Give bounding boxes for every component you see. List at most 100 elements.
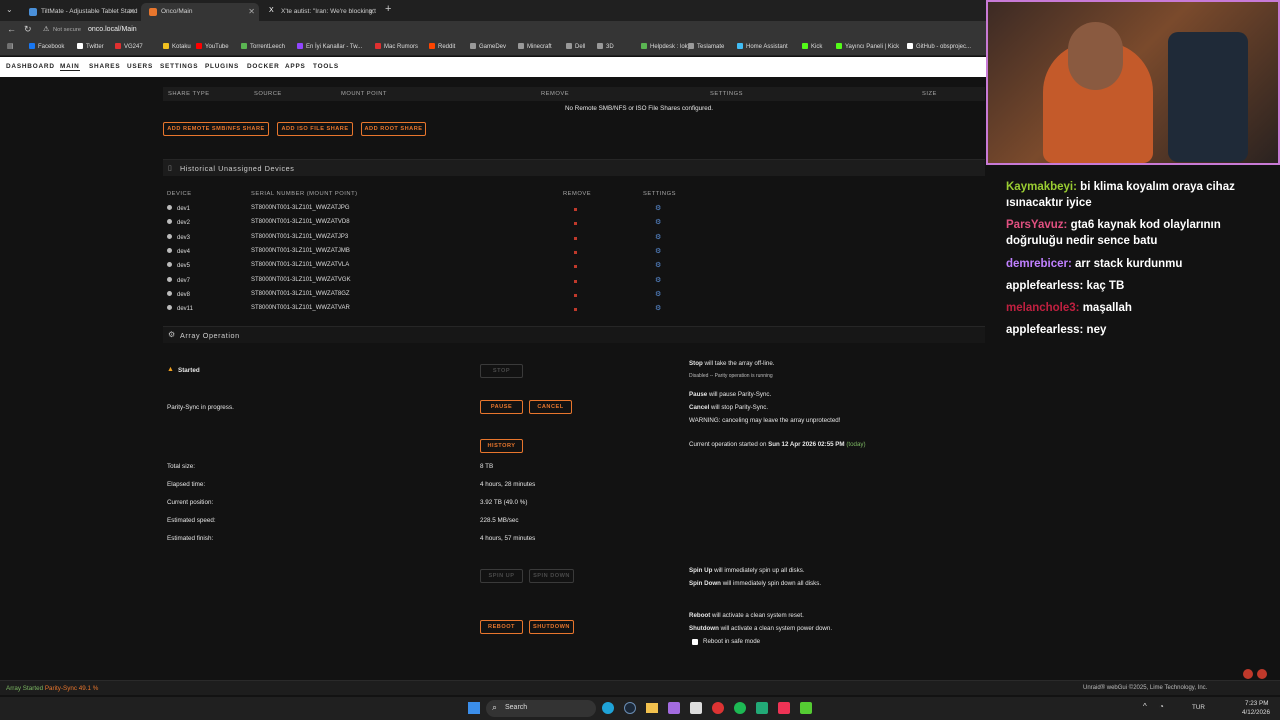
device-status-icon xyxy=(167,233,172,239)
tab-x-post[interactable]: X X'te autist: "Iran: We're blocking t ✕ xyxy=(261,3,379,21)
tray-chevron-icon[interactable]: ^ xyxy=(1143,702,1147,711)
bookmark-item[interactable]: Reddit xyxy=(429,43,455,50)
device-settings-icon[interactable]: ⚙ xyxy=(655,204,661,212)
remove-device-icon[interactable] xyxy=(574,236,577,240)
device-settings-icon[interactable]: ⚙ xyxy=(655,218,661,226)
remove-device-icon[interactable] xyxy=(574,222,577,226)
reboot-button[interactable]: REBOOT xyxy=(480,620,523,634)
remove-device-icon[interactable] xyxy=(574,265,577,269)
add-root-share-button[interactable]: ADD ROOT SHARE xyxy=(361,122,426,136)
bookmark-item[interactable]: YouTube xyxy=(196,43,229,50)
scroll-up-icon[interactable] xyxy=(1243,669,1253,679)
bookmark-item[interactable]: TorrentLeech xyxy=(241,43,285,50)
nav-item-dashboard[interactable]: DASHBOARD xyxy=(6,63,55,70)
app-icon[interactable] xyxy=(668,702,680,714)
nav-item-tools[interactable]: TOOLS xyxy=(313,63,339,70)
steam-icon[interactable] xyxy=(624,702,636,714)
parity-status: Parity-Sync in progress. xyxy=(167,404,234,411)
close-icon[interactable]: ✕ xyxy=(248,7,255,16)
tab-list-icon[interactable]: ⌄ xyxy=(6,5,13,14)
app-icon[interactable] xyxy=(690,702,702,714)
device-settings-icon[interactable]: ⚙ xyxy=(655,304,661,312)
folder-icon[interactable] xyxy=(646,703,658,713)
close-icon[interactable]: ✕ xyxy=(368,7,375,16)
app-icon[interactable] xyxy=(800,702,812,714)
nav-item-users[interactable]: USERS xyxy=(127,63,153,70)
windows-start-icon[interactable] xyxy=(468,702,480,714)
spin-up-button[interactable]: SPIN UP xyxy=(480,569,523,583)
tab-onco-main[interactable]: Onco/Main ✕ xyxy=(141,3,259,21)
tab-tiltmate[interactable]: TiltMate - Adjustable Tablet Stand ✕ xyxy=(21,3,139,21)
history-button[interactable]: HISTORY xyxy=(480,439,523,453)
bookmark-item[interactable]: Kotaku xyxy=(163,43,191,50)
shutdown-button[interactable]: SHUTDOWN xyxy=(529,620,574,634)
remove-device-icon[interactable] xyxy=(574,279,577,283)
bookmark-item[interactable]: Facebook xyxy=(29,43,64,50)
bookmark-item[interactable]: Yayıncı Paneli | Kick xyxy=(836,43,899,50)
device-settings-icon[interactable]: ⚙ xyxy=(655,261,661,269)
device-settings-icon[interactable]: ⚙ xyxy=(655,247,661,255)
bookmark-item[interactable]: GameDev xyxy=(470,43,506,50)
nav-item-docker[interactable]: DOCKER xyxy=(247,63,280,70)
cancel-button[interactable]: CANCEL xyxy=(529,400,572,414)
not-secure-icon[interactable]: ⚠ xyxy=(43,25,49,33)
device-serial: ST8000NT001-3LZ101_WWZATJMB xyxy=(251,247,350,254)
nav-item-settings[interactable]: SETTINGS xyxy=(160,63,198,70)
spin-down-button[interactable]: SPIN DOWN xyxy=(529,569,574,583)
bookmark-item[interactable]: Kick xyxy=(802,43,822,50)
safe-mode-checkbox[interactable] xyxy=(692,639,698,645)
remove-device-icon[interactable] xyxy=(574,308,577,312)
stop-button[interactable]: STOP xyxy=(480,364,523,378)
nav-item-plugins[interactable]: PLUGINS xyxy=(205,63,239,70)
chat-username: ParsYavuz: xyxy=(1006,219,1068,231)
bookmark-item[interactable]: Twitter xyxy=(77,43,104,50)
bookmark-item[interactable]: En İyi Kanallar - Tw... xyxy=(297,43,362,50)
back-icon[interactable]: ← xyxy=(7,24,16,34)
pause-button[interactable]: PAUSE xyxy=(480,400,523,414)
bookmark-item[interactable]: 3D xyxy=(597,43,614,50)
scroll-down-icon[interactable] xyxy=(1257,669,1267,679)
bookmark-item[interactable]: Teslamate xyxy=(688,43,724,50)
bookmark-item[interactable]: VG247 xyxy=(115,43,143,50)
app-icon[interactable] xyxy=(778,702,790,714)
app-icon[interactable] xyxy=(756,702,768,714)
nav-item-main[interactable]: MAIN xyxy=(60,63,80,71)
wifi-icon[interactable]: ◔ xyxy=(1159,702,1164,711)
nav-item-apps[interactable]: APPS xyxy=(285,63,306,70)
remove-device-icon[interactable] xyxy=(574,208,577,211)
device-settings-icon[interactable]: ⚙ xyxy=(655,233,661,241)
device-status-icon xyxy=(167,205,172,210)
operation-started: Current operation started on Sun 12 Apr … xyxy=(689,441,866,448)
spotify-icon[interactable] xyxy=(734,702,746,714)
url-field[interactable]: onco.local/Main xyxy=(88,26,137,33)
bookmark-item[interactable]: Home Assistant xyxy=(737,43,788,50)
close-icon[interactable]: ✕ xyxy=(128,7,135,16)
clock-date[interactable]: 4/12/2026 xyxy=(1242,709,1270,716)
add-remote-share-button[interactable]: ADD REMOTE SMB/NFS SHARE xyxy=(163,122,269,136)
x-icon: X xyxy=(269,7,274,14)
stat-value: 3.92 TB (49.0 %) xyxy=(480,499,528,506)
chat-message: ParsYavuz: gta6 kaynak kod olaylarının d… xyxy=(1006,217,1256,249)
bookmark-item[interactable]: Dell xyxy=(566,43,585,50)
bookmark-item[interactable]: Helpdesk : loky xyxy=(641,43,691,50)
taskbar-search[interactable]: ⌕ Search xyxy=(486,700,596,717)
device-settings-icon[interactable]: ⚙ xyxy=(655,276,661,284)
language-label[interactable]: TUR xyxy=(1192,704,1205,711)
bookmark-item[interactable]: Minecraft xyxy=(518,43,552,50)
nav-item-shares[interactable]: SHARES xyxy=(89,63,120,70)
edge-icon[interactable] xyxy=(602,702,614,714)
bookmark-item[interactable]: GitHub - obsprojec... xyxy=(907,43,971,50)
bookmark-item[interactable]: Mac Rumors xyxy=(375,43,418,50)
clock-time[interactable]: 7:23 PM xyxy=(1245,700,1268,707)
device-settings-icon[interactable]: ⚙ xyxy=(655,290,661,298)
security-label[interactable]: Not secure xyxy=(53,27,81,33)
bookmarks-menu-icon[interactable]: ▤ xyxy=(7,42,14,50)
new-tab-button[interactable]: + xyxy=(385,3,391,15)
chrome-icon[interactable] xyxy=(712,702,724,714)
stop-note-bold: Stop xyxy=(689,360,703,367)
main-content: SHARE TYPE SOURCE MOUNT POINT REMOVE SET… xyxy=(0,77,986,680)
remove-device-icon[interactable] xyxy=(574,293,577,297)
add-iso-share-button[interactable]: ADD ISO FILE SHARE xyxy=(277,122,353,136)
reload-icon[interactable]: ↻ xyxy=(24,24,32,35)
remove-device-icon[interactable] xyxy=(574,250,577,254)
